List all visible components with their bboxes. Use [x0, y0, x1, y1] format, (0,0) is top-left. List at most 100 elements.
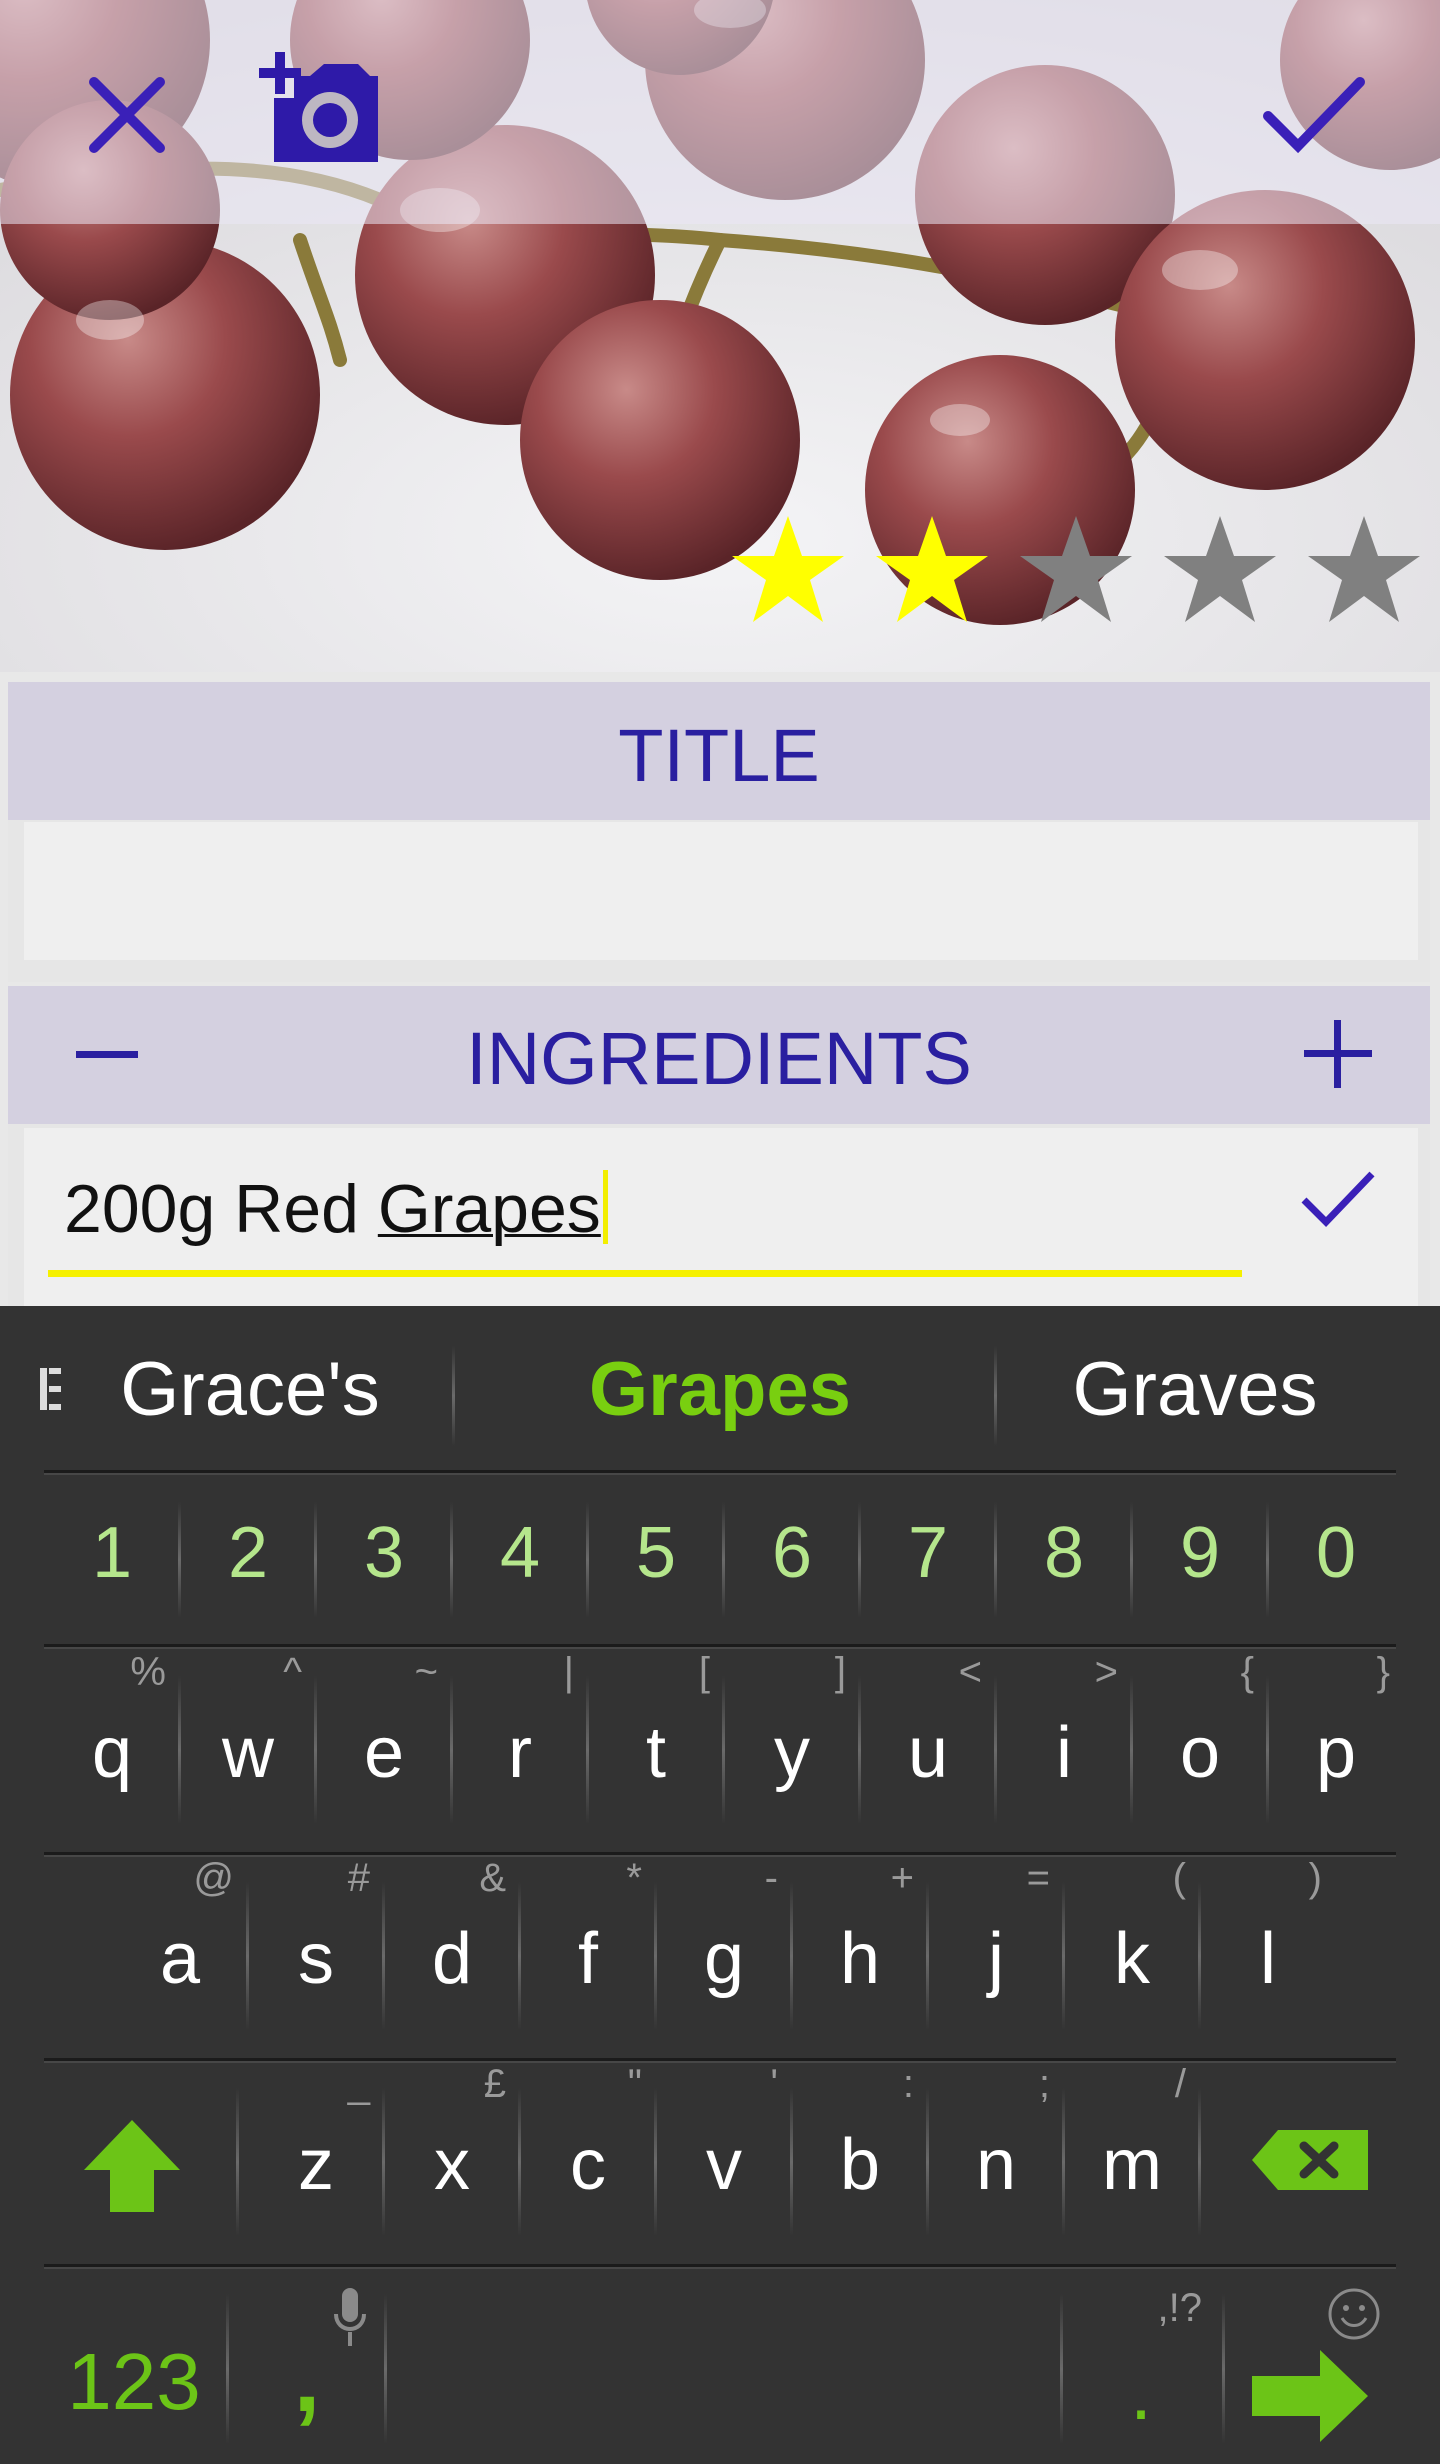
key-s[interactable]: s #: [248, 1856, 384, 2048]
star-filled-icon[interactable]: [728, 512, 848, 628]
key-separator: [452, 1346, 455, 1446]
key-7[interactable]: 7: [860, 1484, 996, 1634]
key-separator: [790, 2088, 793, 2236]
title-input[interactable]: [24, 822, 1418, 960]
key-8[interactable]: 8: [996, 1484, 1132, 1634]
key-p[interactable]: p}: [1268, 1650, 1404, 1842]
key-hint: ): [1308, 1856, 1322, 1900]
suggestions-menu-icon[interactable]: [40, 1356, 64, 1422]
key-a[interactable]: a @: [112, 1856, 248, 2048]
key-label: u: [907, 1713, 949, 1793]
key-3[interactable]: 3: [316, 1484, 452, 1634]
key-r[interactable]: r |: [452, 1650, 588, 1842]
key-9[interactable]: 9: [1132, 1484, 1268, 1634]
key-d[interactable]: d &: [384, 1856, 520, 2048]
key-l[interactable]: l): [1200, 1856, 1336, 2048]
star-empty-icon[interactable]: [1304, 512, 1424, 628]
key-i[interactable]: i >: [996, 1650, 1132, 1842]
key-z[interactable]: z _: [248, 2062, 384, 2254]
key-k[interactable]: k(: [1064, 1856, 1200, 2048]
shift-key-icon[interactable]: [82, 2118, 182, 2214]
space-key[interactable]: [390, 2286, 1056, 2456]
star-empty-icon[interactable]: [1016, 512, 1136, 628]
key-u[interactable]: u <: [860, 1650, 996, 1842]
remove-ingredient-icon[interactable]: [72, 1026, 142, 1086]
key-label: b: [839, 2125, 881, 2205]
key-m[interactable]: m /: [1064, 2062, 1200, 2254]
key-t[interactable]: t[: [588, 1650, 724, 1842]
key-label: p: [1315, 1713, 1357, 1793]
period-key[interactable]: .,!?: [1066, 2286, 1216, 2456]
key-b[interactable]: b:: [792, 2062, 928, 2254]
key-x[interactable]: x £: [384, 2062, 520, 2254]
key-o[interactable]: o{: [1132, 1650, 1268, 1842]
check-icon[interactable]: [1262, 72, 1366, 158]
suggestion-3[interactable]: Graves: [1000, 1346, 1390, 1433]
key-label: x: [434, 2125, 470, 2205]
key-q[interactable]: q%: [44, 1650, 180, 1842]
confirm-ingredient-icon[interactable]: [1298, 1164, 1378, 1234]
close-icon[interactable]: [84, 72, 170, 158]
key-label: k: [1114, 1919, 1150, 1999]
key-label: 4: [499, 1513, 541, 1593]
key-hint: %: [130, 1650, 166, 1694]
enter-key-icon[interactable]: [1250, 2348, 1370, 2444]
key-separator: [450, 1502, 453, 1618]
key-separator: [1266, 1676, 1269, 1824]
numbers-mode-key[interactable]: 123: [44, 2286, 224, 2456]
key-w[interactable]: w ^: [180, 1650, 316, 1842]
backspace-key-icon[interactable]: [1250, 2128, 1370, 2192]
key-label: 123: [67, 2337, 201, 2426]
key-f[interactable]: f *: [520, 1856, 656, 2048]
key-h[interactable]: h +: [792, 1856, 928, 2048]
key-hint: -: [764, 1856, 778, 1900]
key-label: j: [988, 1919, 1004, 1999]
key-0[interactable]: 0: [1268, 1484, 1404, 1634]
emoji-icon[interactable]: [1326, 2286, 1382, 2342]
key-separator: [1130, 1676, 1133, 1824]
star-filled-icon[interactable]: [872, 512, 992, 628]
key-separator: [226, 2294, 229, 2444]
key-hint: /: [1174, 2062, 1186, 2106]
key-y[interactable]: y]: [724, 1650, 860, 1842]
add-photo-icon[interactable]: [254, 50, 382, 166]
key-label: a: [159, 1919, 201, 1999]
key-label: y: [774, 1713, 810, 1793]
key-hint: {: [1240, 1650, 1254, 1694]
key-2[interactable]: 2: [180, 1484, 316, 1634]
key-4[interactable]: 4: [452, 1484, 588, 1634]
key-separator: [858, 1502, 861, 1618]
key-hint: [: [698, 1650, 710, 1694]
ingredient-input[interactable]: 200g Red Grapes: [64, 1170, 608, 1248]
key-separator: [178, 1676, 181, 1824]
key-hint: ;: [1038, 2062, 1050, 2106]
key-c[interactable]: c ": [520, 2062, 656, 2254]
key-v[interactable]: v ': [656, 2062, 792, 2254]
key-hint: }: [1376, 1650, 1390, 1694]
key-separator: [450, 1676, 453, 1824]
recipe-photo[interactable]: [0, 0, 1440, 672]
key-label: 3: [363, 1513, 405, 1593]
key-n[interactable]: n;: [928, 2062, 1064, 2254]
key-g[interactable]: g-: [656, 1856, 792, 2048]
key-separator: [1062, 1882, 1065, 2030]
key-separator: [790, 1882, 793, 2030]
key-j[interactable]: j =: [928, 1856, 1064, 2048]
suggestion-2[interactable]: Grapes: [460, 1346, 980, 1433]
key-1[interactable]: 1: [44, 1484, 180, 1634]
key-separator: [1198, 1882, 1201, 2030]
ingredient-row: 200g Red Grapes: [24, 1128, 1418, 1308]
key-label: 7: [907, 1513, 949, 1593]
suggestion-1[interactable]: Grace's: [70, 1346, 430, 1433]
key-separator: [382, 1882, 385, 2030]
star-empty-icon[interactable]: [1160, 512, 1280, 628]
star-rating[interactable]: [728, 512, 1440, 632]
key-5[interactable]: 5: [588, 1484, 724, 1634]
key-separator: [384, 2294, 387, 2444]
key-label: g: [703, 1919, 745, 1999]
add-ingredient-icon[interactable]: [1298, 1014, 1378, 1094]
key-6[interactable]: 6: [724, 1484, 860, 1634]
key-e[interactable]: e ~: [316, 1650, 452, 1842]
key-separator: [178, 1502, 181, 1618]
key-separator: [236, 2088, 239, 2236]
